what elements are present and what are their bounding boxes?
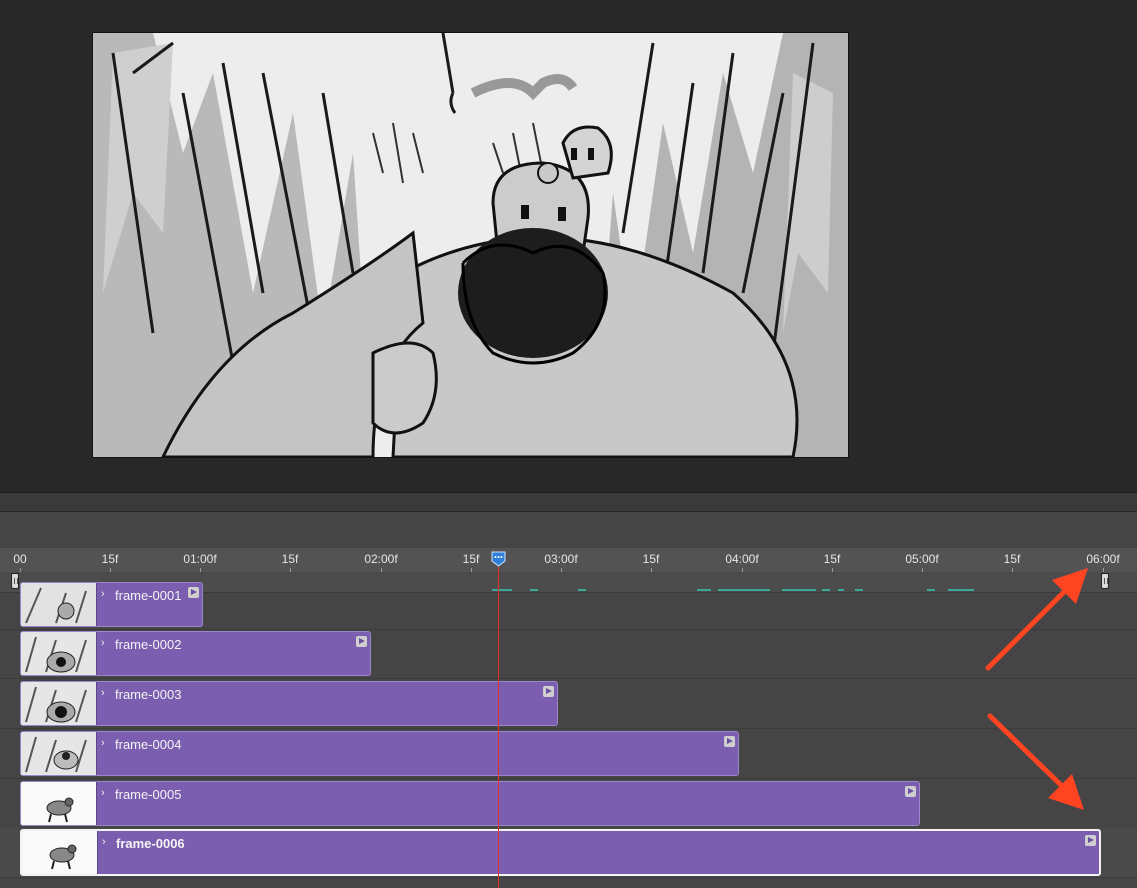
clip-frame-0005[interactable]: › frame-0005 [20,781,920,826]
clip-frame-0001[interactable]: › frame-0001 [20,582,203,627]
ruler-tick-label: 03:00f [544,552,578,566]
playhead-marker-icon[interactable] [491,551,506,567]
ruler-tick-label: 00 [13,552,27,566]
clip-thumbnail [21,632,97,675]
ruler-tick-label: 02:00f [364,552,398,566]
clip-label: frame-0006 [116,836,185,851]
clip-label: frame-0003 [115,687,182,702]
ruler-tick-label: 15f [1003,552,1021,566]
clip-frame-0004[interactable]: › frame-0004 [20,731,739,776]
clip-thumbnail [22,831,98,874]
clip-play-icon[interactable] [1085,835,1096,846]
track-row[interactable]: › frame-0005 [0,779,1137,829]
clip-label: frame-0001 [115,588,182,603]
ruler-tick-label: 05:00f [905,552,939,566]
track-row[interactable]: › frame-0003 [0,679,1137,729]
chevron-right-icon[interactable]: › [102,836,106,848]
ruler-tick-label: 15f [281,552,299,566]
panel-divider[interactable] [0,492,1137,512]
chevron-right-icon[interactable]: › [101,637,105,649]
chevron-right-icon[interactable]: › [101,737,105,749]
clip-play-icon[interactable] [724,736,735,747]
clip-frame-0006[interactable]: › frame-0006 [20,829,1101,876]
clip-thumbnail [21,732,97,775]
canvas-area [0,0,1137,492]
clip-frame-0003[interactable]: › frame-0003 [20,681,558,726]
clip-thumbnail [21,782,97,825]
ruler-tick-label: 01:00f [183,552,217,566]
ruler-tick-label: 15f [642,552,660,566]
ruler-tick-label: 04:00f [725,552,759,566]
clip-thumbnail [21,682,97,725]
clip-label: frame-0005 [115,787,182,802]
ruler-tick-label: 15f [823,552,841,566]
clip-play-icon[interactable] [188,587,199,598]
playhead-line [498,560,499,888]
time-ruler[interactable]: 00 15f 01:00f 15f 02:00f 15f 03:00f 15f … [0,548,1137,574]
clip-label: frame-0002 [115,637,182,652]
chevron-right-icon[interactable]: › [101,687,105,699]
storyboard-sketch-image [93,33,848,457]
ruler-tick-label: 06:00f [1086,552,1120,566]
track-row[interactable]: › frame-0002 [0,629,1137,679]
chevron-right-icon[interactable]: › [101,588,105,600]
ruler-tick-label: 15f [101,552,119,566]
ruler-tick-label: 15f [462,552,480,566]
track-row-selected[interactable]: › frame-0006 [0,828,1137,878]
clip-thumbnail [21,583,97,626]
track-row[interactable]: › frame-0001 [0,580,1137,630]
chevron-right-icon[interactable]: › [101,787,105,799]
clip-frame-0002[interactable]: › frame-0002 [20,631,371,676]
clip-label: frame-0004 [115,737,182,752]
clip-play-icon[interactable] [905,786,916,797]
track-row[interactable]: › frame-0004 [0,729,1137,779]
storyboard-preview[interactable] [92,32,849,458]
clip-play-icon[interactable] [543,686,554,697]
timeline-panel: 00 15f 01:00f 15f 02:00f 15f 03:00f 15f … [0,512,1137,888]
clip-play-icon[interactable] [356,636,367,647]
